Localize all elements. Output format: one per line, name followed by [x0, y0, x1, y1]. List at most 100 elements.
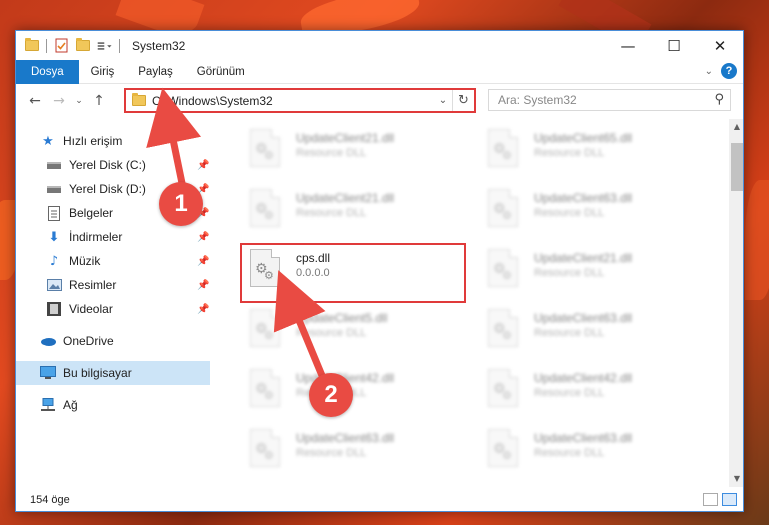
- close-button[interactable]: ✕: [697, 31, 743, 60]
- file-name: UpdateClient63.dll: [534, 431, 633, 445]
- help-icon[interactable]: ?: [721, 63, 737, 79]
- file-description: Resource DLL: [534, 327, 605, 339]
- sidebar-item-this-pc[interactable]: Bu bilgisayar: [16, 361, 210, 385]
- tab-share[interactable]: Paylaş: [126, 60, 185, 84]
- sidebar-item-downloads[interactable]: ⬇ İndirmeler 📌: [16, 225, 210, 249]
- address-path[interactable]: C:\Windows\System32: [152, 94, 434, 108]
- pin-icon[interactable]: 📌: [197, 304, 209, 315]
- file-description: Resource DLL: [296, 447, 367, 459]
- status-bar: 154 öge: [16, 487, 743, 511]
- step-marker-2: 2: [309, 373, 353, 417]
- maximize-button[interactable]: ☐: [651, 31, 697, 60]
- file-name: UpdateClient5.dll: [296, 311, 388, 325]
- highlight-box: [240, 243, 466, 303]
- file-name: UpdateClient63.dll: [534, 311, 633, 325]
- sidebar-item-videos[interactable]: Videolar 📌: [16, 297, 210, 321]
- pin-icon[interactable]: 📌: [197, 160, 209, 171]
- sidebar-item-quick-access[interactable]: ★ Hızlı erişim: [16, 129, 210, 153]
- file-item[interactable]: ⚙ ⚙ UpdateClient63.dll Resource DLL: [484, 185, 704, 241]
- scroll-up-icon[interactable]: ▲: [729, 119, 743, 135]
- tab-file[interactable]: Dosya: [16, 59, 79, 84]
- music-icon: ♪: [49, 253, 59, 269]
- recent-locations-icon[interactable]: ⌄: [72, 96, 86, 106]
- file-item[interactable]: ⚙ ⚙ UpdateClient21.dll Resource DLL: [484, 245, 704, 301]
- file-item[interactable]: ⚙ ⚙ UpdateClient21.dll Resource DLL: [246, 185, 466, 241]
- pin-icon[interactable]: 📌: [197, 280, 209, 291]
- star-icon: ★: [42, 133, 54, 149]
- toolbar-separator: [119, 38, 120, 53]
- drive-icon: [46, 181, 62, 197]
- download-icon: ⬇: [48, 229, 60, 245]
- tiles-view-icon[interactable]: [722, 493, 737, 506]
- file-description: Resource DLL: [296, 327, 367, 339]
- search-input[interactable]: Ara: System32 ⚲: [488, 89, 731, 111]
- file-item[interactable]: ⚙ ⚙ UpdateClient5.dll Resource DLL: [246, 305, 466, 361]
- file-item[interactable]: ⚙ ⚙ UpdateClient63.dll Resource DLL: [484, 305, 704, 361]
- folder-icon[interactable]: [24, 38, 40, 54]
- file-description: Resource DLL: [534, 267, 605, 279]
- dll-file-icon: ⚙ ⚙: [250, 429, 288, 475]
- dll-file-icon: ⚙ ⚙: [488, 309, 526, 355]
- refresh-icon[interactable]: ↻: [452, 90, 474, 111]
- file-item[interactable]: ⚙ ⚙ UpdateClient65.dll Resource DLL: [484, 125, 704, 181]
- file-item[interactable]: ⚙⚙ UpdateClient42.dll Resource DLL: [484, 365, 704, 421]
- tab-view[interactable]: Görünüm: [185, 60, 257, 84]
- file-name: UpdateClient63.dll: [296, 431, 395, 445]
- expand-ribbon-icon[interactable]: ⌄: [705, 66, 713, 77]
- search-icon[interactable]: ⚲: [714, 92, 724, 107]
- file-description: Resource DLL: [534, 447, 605, 459]
- dll-file-icon: ⚙ ⚙: [488, 429, 526, 475]
- search-placeholder: Ara: System32: [498, 93, 577, 107]
- dll-file-icon: ⚙ ⚙: [250, 369, 288, 415]
- quick-access-toolbar: System32: [16, 31, 185, 60]
- computer-icon: [40, 365, 56, 381]
- file-item[interactable]: ⚙⚙UpdateClient42.dllResource DLL: [246, 365, 466, 421]
- sidebar-item-onedrive[interactable]: OneDrive: [16, 329, 210, 353]
- video-icon: [46, 301, 62, 317]
- document-icon: [46, 205, 62, 221]
- up-arrow-icon[interactable]: ↑: [88, 93, 110, 109]
- file-name: UpdateClient42.dll: [534, 371, 633, 385]
- dll-file-icon: ⚙ ⚙: [488, 369, 526, 415]
- dll-file-icon: ⚙ ⚙: [250, 189, 288, 235]
- pin-icon[interactable]: 📌: [197, 232, 209, 243]
- navigation-pane: ★ Hızlı erişim Yerel Disk (C:) 📌 Yerel D…: [16, 119, 210, 487]
- file-item[interactable]: ⚙ ⚙ UpdateClient63.dll Resource DLL: [484, 425, 704, 481]
- scroll-down-icon[interactable]: ▼: [729, 471, 743, 487]
- item-count: 154 öge: [30, 494, 70, 506]
- minimize-button[interactable]: —: [605, 31, 651, 60]
- properties-icon[interactable]: [53, 38, 69, 54]
- sidebar-item-local-disk-c[interactable]: Yerel Disk (C:) 📌: [16, 153, 210, 177]
- network-icon: [40, 397, 56, 413]
- sidebar-item-network[interactable]: Ağ: [16, 393, 210, 417]
- sidebar-item-music[interactable]: ♪ Müzik 📌: [16, 249, 210, 273]
- pin-icon[interactable]: 📌: [197, 256, 209, 267]
- dll-file-icon: ⚙ ⚙: [250, 129, 288, 175]
- window-title: System32: [132, 38, 186, 53]
- tab-home[interactable]: Giriş: [79, 60, 127, 84]
- new-folder-icon[interactable]: [75, 38, 91, 54]
- file-list: ⚙ ⚙ UpdateClient21.dll Resource DLL ⚙ ⚙ Update…: [224, 119, 729, 487]
- sidebar-item-pictures[interactable]: Resimler 📌: [16, 273, 210, 297]
- file-item[interactable]: ⚙ ⚙ UpdateClient21.dll Resource DLL: [246, 125, 466, 181]
- scrollbar-thumb[interactable]: [731, 143, 743, 191]
- dll-file-icon: ⚙ ⚙: [250, 309, 288, 355]
- step-marker-1: 1: [159, 182, 203, 226]
- file-item[interactable]: ⚙ ⚙ UpdateClient63.dll Resource DLL: [246, 425, 466, 481]
- ribbon-tabs: Dosya Giriş Paylaş Görünüm ⌄ ?: [16, 59, 743, 84]
- chevron-down-icon[interactable]: ⌄: [434, 95, 452, 106]
- file-description: Resource DLL: [534, 387, 605, 399]
- file-name: UpdateClient21.dll: [296, 131, 395, 145]
- forward-arrow-icon[interactable]: →: [48, 93, 70, 109]
- file-description: Resource DLL: [296, 207, 367, 219]
- customize-toolbar-icon[interactable]: [97, 38, 113, 54]
- file-description: Resource DLL: [534, 147, 605, 159]
- back-arrow-icon[interactable]: ←: [24, 93, 46, 109]
- address-bar[interactable]: C:\Windows\System32 ⌄ ↻: [124, 88, 476, 113]
- file-name: UpdateClient21.dll: [296, 191, 395, 205]
- toolbar-separator: [46, 38, 47, 53]
- details-view-icon[interactable]: [703, 493, 718, 506]
- explorer-window: System32 — ☐ ✕ Dosya Giriş Paylaş Görünü…: [15, 30, 744, 512]
- navigation-bar: ← → ⌄ ↑ C:\Windows\System32 ⌄ ↻ Ara: Sys…: [16, 84, 743, 118]
- vertical-scrollbar[interactable]: ▲ ▼: [729, 119, 743, 487]
